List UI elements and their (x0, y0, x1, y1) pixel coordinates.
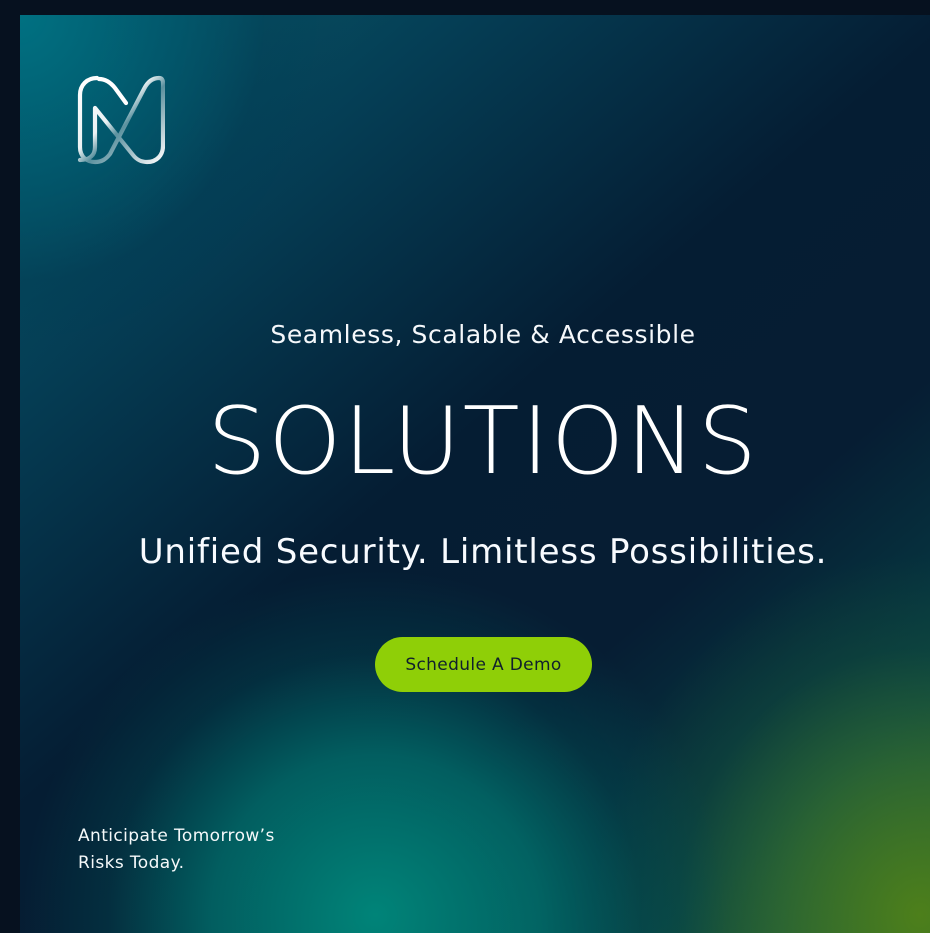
brand-logo-icon (77, 75, 166, 165)
schedule-demo-button[interactable]: Schedule A Demo (375, 637, 592, 692)
hero-headline: SOLUTIONS (207, 387, 759, 495)
hero-banner: Seamless, Scalable & Accessible SOLUTION… (20, 15, 930, 933)
hero-tagline: Seamless, Scalable & Accessible (270, 320, 696, 349)
page: Seamless, Scalable & Accessible SOLUTION… (0, 0, 930, 933)
footer-note-line-2: Risks Today. (78, 853, 185, 873)
footer-note: Anticipate Tomorrow’s Risks Today. (78, 823, 318, 877)
footer-note-line-1: Anticipate Tomorrow’s (78, 826, 275, 846)
hero-subheadline: Unified Security. Limitless Possibilitie… (138, 532, 828, 572)
